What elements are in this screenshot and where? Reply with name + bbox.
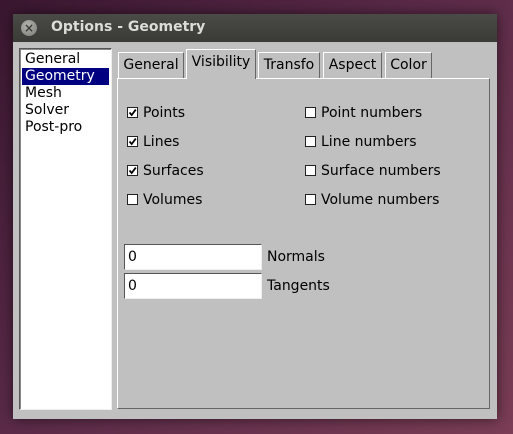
close-icon[interactable]: × [21, 20, 37, 36]
category-browser[interactable]: General Geometry Mesh Solver Post-pro [19, 48, 112, 410]
points-checkbox[interactable] [127, 107, 138, 118]
tab-general[interactable]: General [118, 52, 184, 78]
tab-aspect[interactable]: Aspect [323, 52, 382, 78]
surfaces-checkbox[interactable] [127, 165, 138, 176]
point-numbers-label: Point numbers [321, 105, 423, 121]
tangents-label: Tangents [267, 278, 330, 294]
volumes-checkbox[interactable] [127, 194, 138, 205]
surface-numbers-checkbox[interactable] [305, 165, 316, 176]
surfaces-label: Surfaces [143, 163, 204, 179]
visibility-panel: Points Lines Surfaces Volumes Point numb… [117, 78, 490, 409]
browser-item-geometry[interactable]: Geometry [22, 68, 109, 85]
point-numbers-checkbox[interactable] [305, 107, 316, 118]
tangents-input[interactable] [124, 273, 262, 299]
line-numbers-label: Line numbers [321, 134, 417, 150]
browser-item-post-pro[interactable]: Post-pro [22, 119, 109, 136]
points-label: Points [143, 105, 186, 121]
window-body: General Geometry Mesh Solver Post-pro Ge… [13, 42, 497, 419]
browser-item-general[interactable]: General [22, 51, 109, 68]
lines-checkbox[interactable] [127, 136, 138, 147]
browser-item-mesh[interactable]: Mesh [22, 85, 109, 102]
options-window: × Options - Geometry General Geometry Me… [13, 14, 497, 419]
lines-label: Lines [143, 134, 180, 150]
normals-input[interactable] [124, 244, 262, 270]
tab-visibility[interactable]: Visibility [186, 49, 256, 79]
tab-color[interactable]: Color [385, 52, 432, 78]
title-bar[interactable]: × Options - Geometry [13, 14, 497, 42]
browser-item-solver[interactable]: Solver [22, 102, 109, 119]
surface-numbers-label: Surface numbers [321, 163, 441, 179]
tab-transfo[interactable]: Transfo [258, 52, 320, 78]
normals-label: Normals [267, 249, 325, 265]
volume-numbers-label: Volume numbers [321, 192, 440, 208]
line-numbers-checkbox[interactable] [305, 136, 316, 147]
volumes-label: Volumes [143, 192, 203, 208]
window-title: Options - Geometry [51, 19, 206, 35]
volume-numbers-checkbox[interactable] [305, 194, 316, 205]
